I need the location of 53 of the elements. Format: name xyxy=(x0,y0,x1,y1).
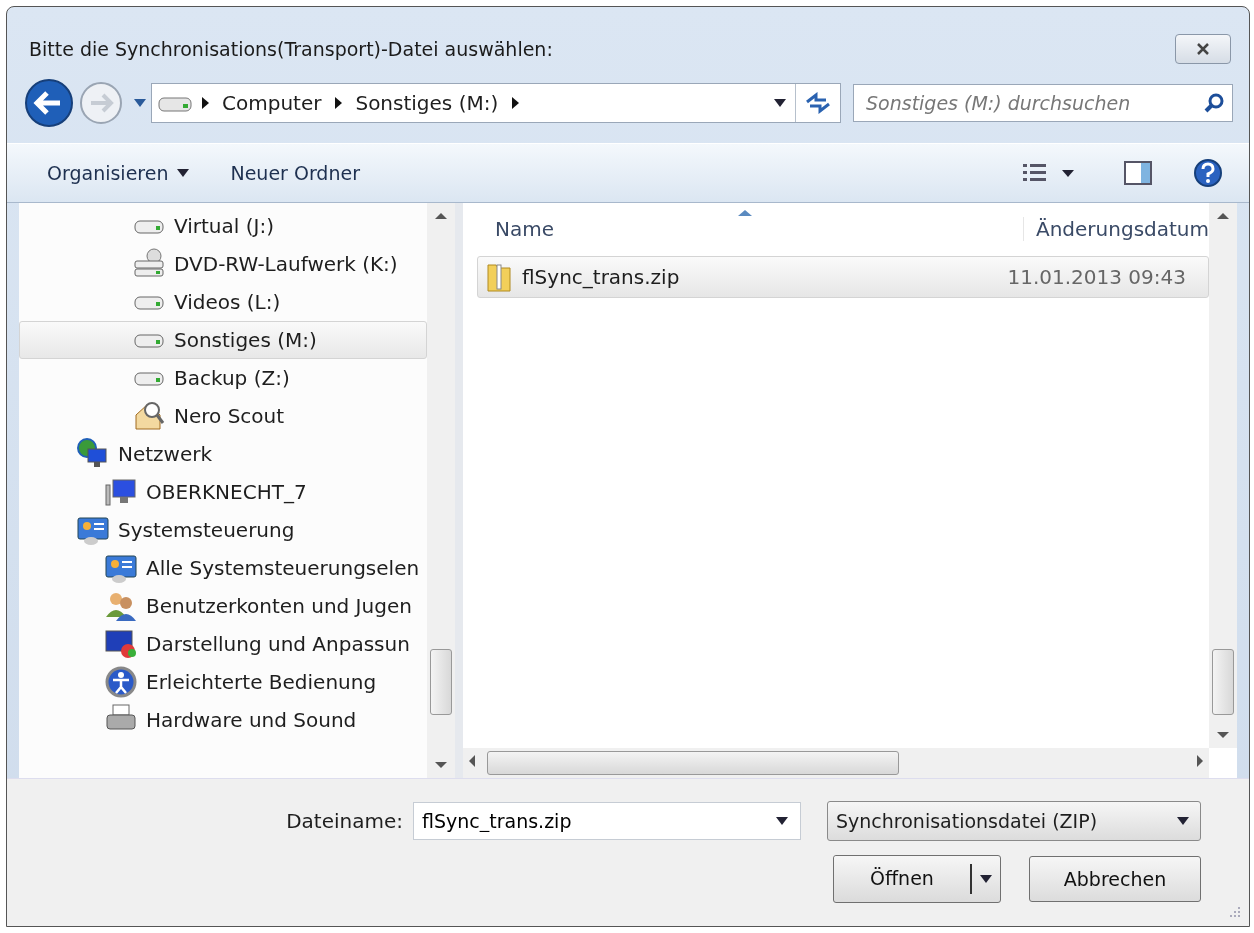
column-header[interactable]: Name xyxy=(477,217,1005,241)
window-title: Bitte die Synchronisations(Transport)-Datei auswählen: xyxy=(29,38,553,60)
drive-icon xyxy=(158,94,192,112)
dropdown-arrow-icon[interactable] xyxy=(775,816,789,826)
tree-item[interactable]: Netzwerk xyxy=(19,435,427,473)
tree-item[interactable]: Nero Scout xyxy=(19,397,427,435)
tree-item[interactable]: DVD-RW-Laufwerk (K:) xyxy=(19,245,427,283)
tree-item[interactable]: Alle Systemsteuerungselen xyxy=(19,549,427,587)
help-icon[interactable] xyxy=(1193,158,1223,188)
tree-item[interactable]: Darstellung und Anpassun xyxy=(19,625,427,663)
chevron-right-icon[interactable] xyxy=(333,96,344,110)
house-magnifier-icon xyxy=(132,399,166,433)
preview-pane-icon[interactable] xyxy=(1123,160,1153,186)
cancel-button[interactable]: Abbrechen xyxy=(1029,856,1201,902)
file-name: flSync_trans.zip xyxy=(522,265,681,289)
vertical-scrollbar[interactable] xyxy=(1209,203,1237,748)
refresh-icon[interactable] xyxy=(804,92,832,114)
breadcrumb-item[interactable]: Sonstiges (M:) xyxy=(355,91,499,115)
caret-icon xyxy=(176,168,191,178)
sort-arrow-icon xyxy=(737,209,753,217)
file-type-dropdown[interactable]: Synchronisationsdatei (ZIP) xyxy=(827,801,1201,841)
tree-item[interactable]: Systemsteuerung xyxy=(19,511,427,549)
vertical-scrollbar[interactable] xyxy=(427,203,455,778)
tree-item[interactable]: Sonstiges (M:) xyxy=(19,321,427,359)
monitor-palette-icon xyxy=(104,627,138,661)
tree-item[interactable]: OBERKNECHT_7 xyxy=(19,473,427,511)
search-field[interactable]: Sonstiges (M:) durchsuchen xyxy=(853,84,1233,122)
chevron-right-icon[interactable] xyxy=(510,96,521,110)
filename-field[interactable]: flSync_trans.zip xyxy=(413,802,801,840)
address-bar[interactable]: Computer Sonstiges (M:) xyxy=(151,83,841,123)
breadcrumb-item[interactable]: Computer xyxy=(222,91,322,115)
tree-item[interactable]: Hardware und Sound xyxy=(19,701,427,739)
filename-label: Dateiname: xyxy=(286,809,403,833)
tree-item[interactable]: Benutzerkonten und Jugen xyxy=(19,587,427,625)
file-date: 11.01.2013 09:43 xyxy=(1007,265,1186,289)
file-row[interactable]: flSync_trans.zip 11.01.2013 09:43 xyxy=(477,256,1209,298)
dropdown-arrow-icon[interactable] xyxy=(773,98,787,108)
resize-grip-icon[interactable] xyxy=(1227,904,1241,918)
search-icon xyxy=(1203,92,1225,114)
new-folder-button[interactable]: Neuer Ordner xyxy=(220,156,370,190)
dropdown-arrow-icon xyxy=(979,874,993,884)
zip-folder-icon xyxy=(486,261,512,293)
organize-menu-button[interactable]: Organisieren xyxy=(37,156,201,190)
accessibility-icon xyxy=(104,665,138,699)
tree-item[interactable]: Erleichterte Bedienung xyxy=(19,663,427,701)
horizontal-scrollbar[interactable] xyxy=(463,748,1209,778)
dropdown-arrow-icon xyxy=(1176,816,1190,826)
history-dropdown-icon[interactable] xyxy=(133,98,147,108)
close-button[interactable] xyxy=(1175,34,1231,64)
tree-item[interactable]: Videos (L:) xyxy=(19,283,427,321)
tree-item[interactable]: Virtual (J:) xyxy=(19,207,427,245)
tree-item[interactable]: Backup (Z:) xyxy=(19,359,427,397)
chevron-right-icon[interactable] xyxy=(200,96,210,110)
